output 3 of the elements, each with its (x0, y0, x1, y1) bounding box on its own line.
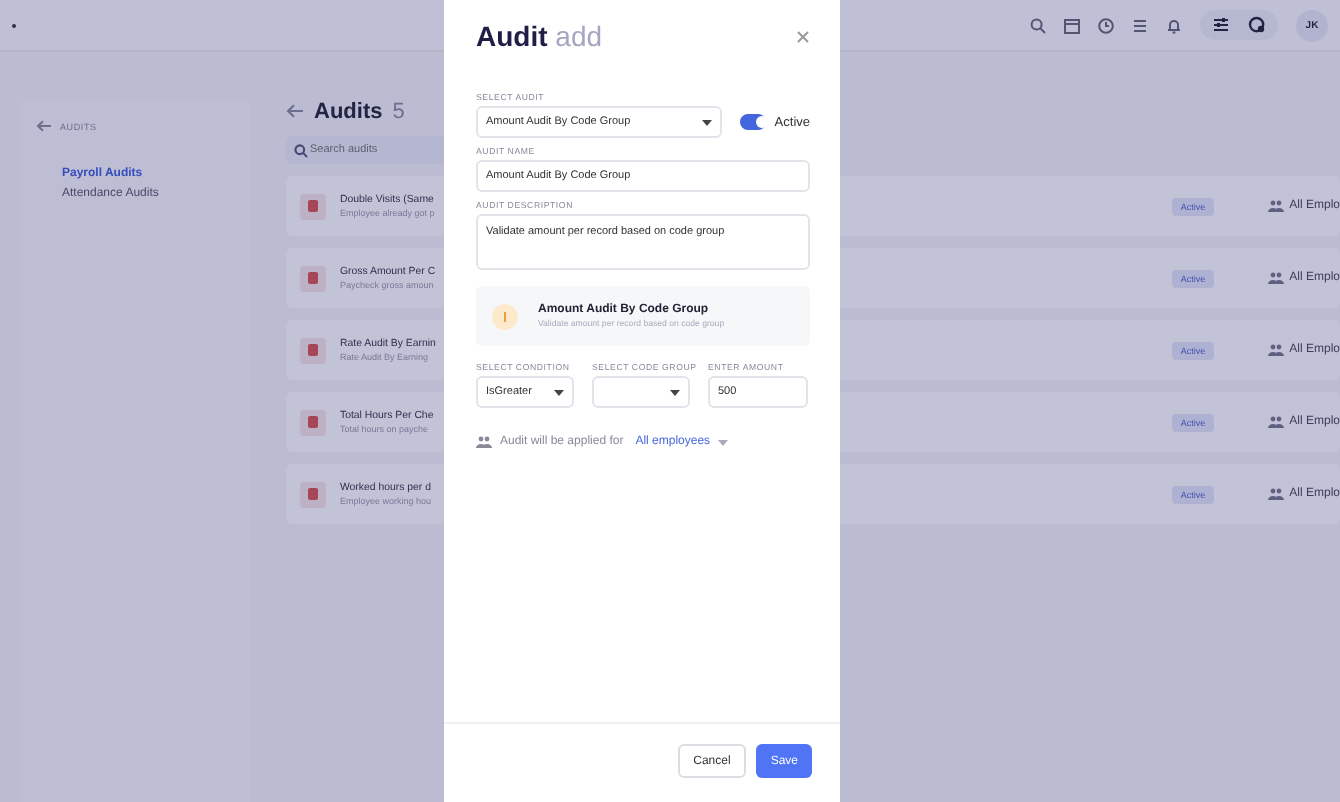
audit-count: 5 (392, 100, 405, 124)
dialog-title: Audit add (476, 20, 603, 52)
page-title: Audits (314, 100, 383, 124)
